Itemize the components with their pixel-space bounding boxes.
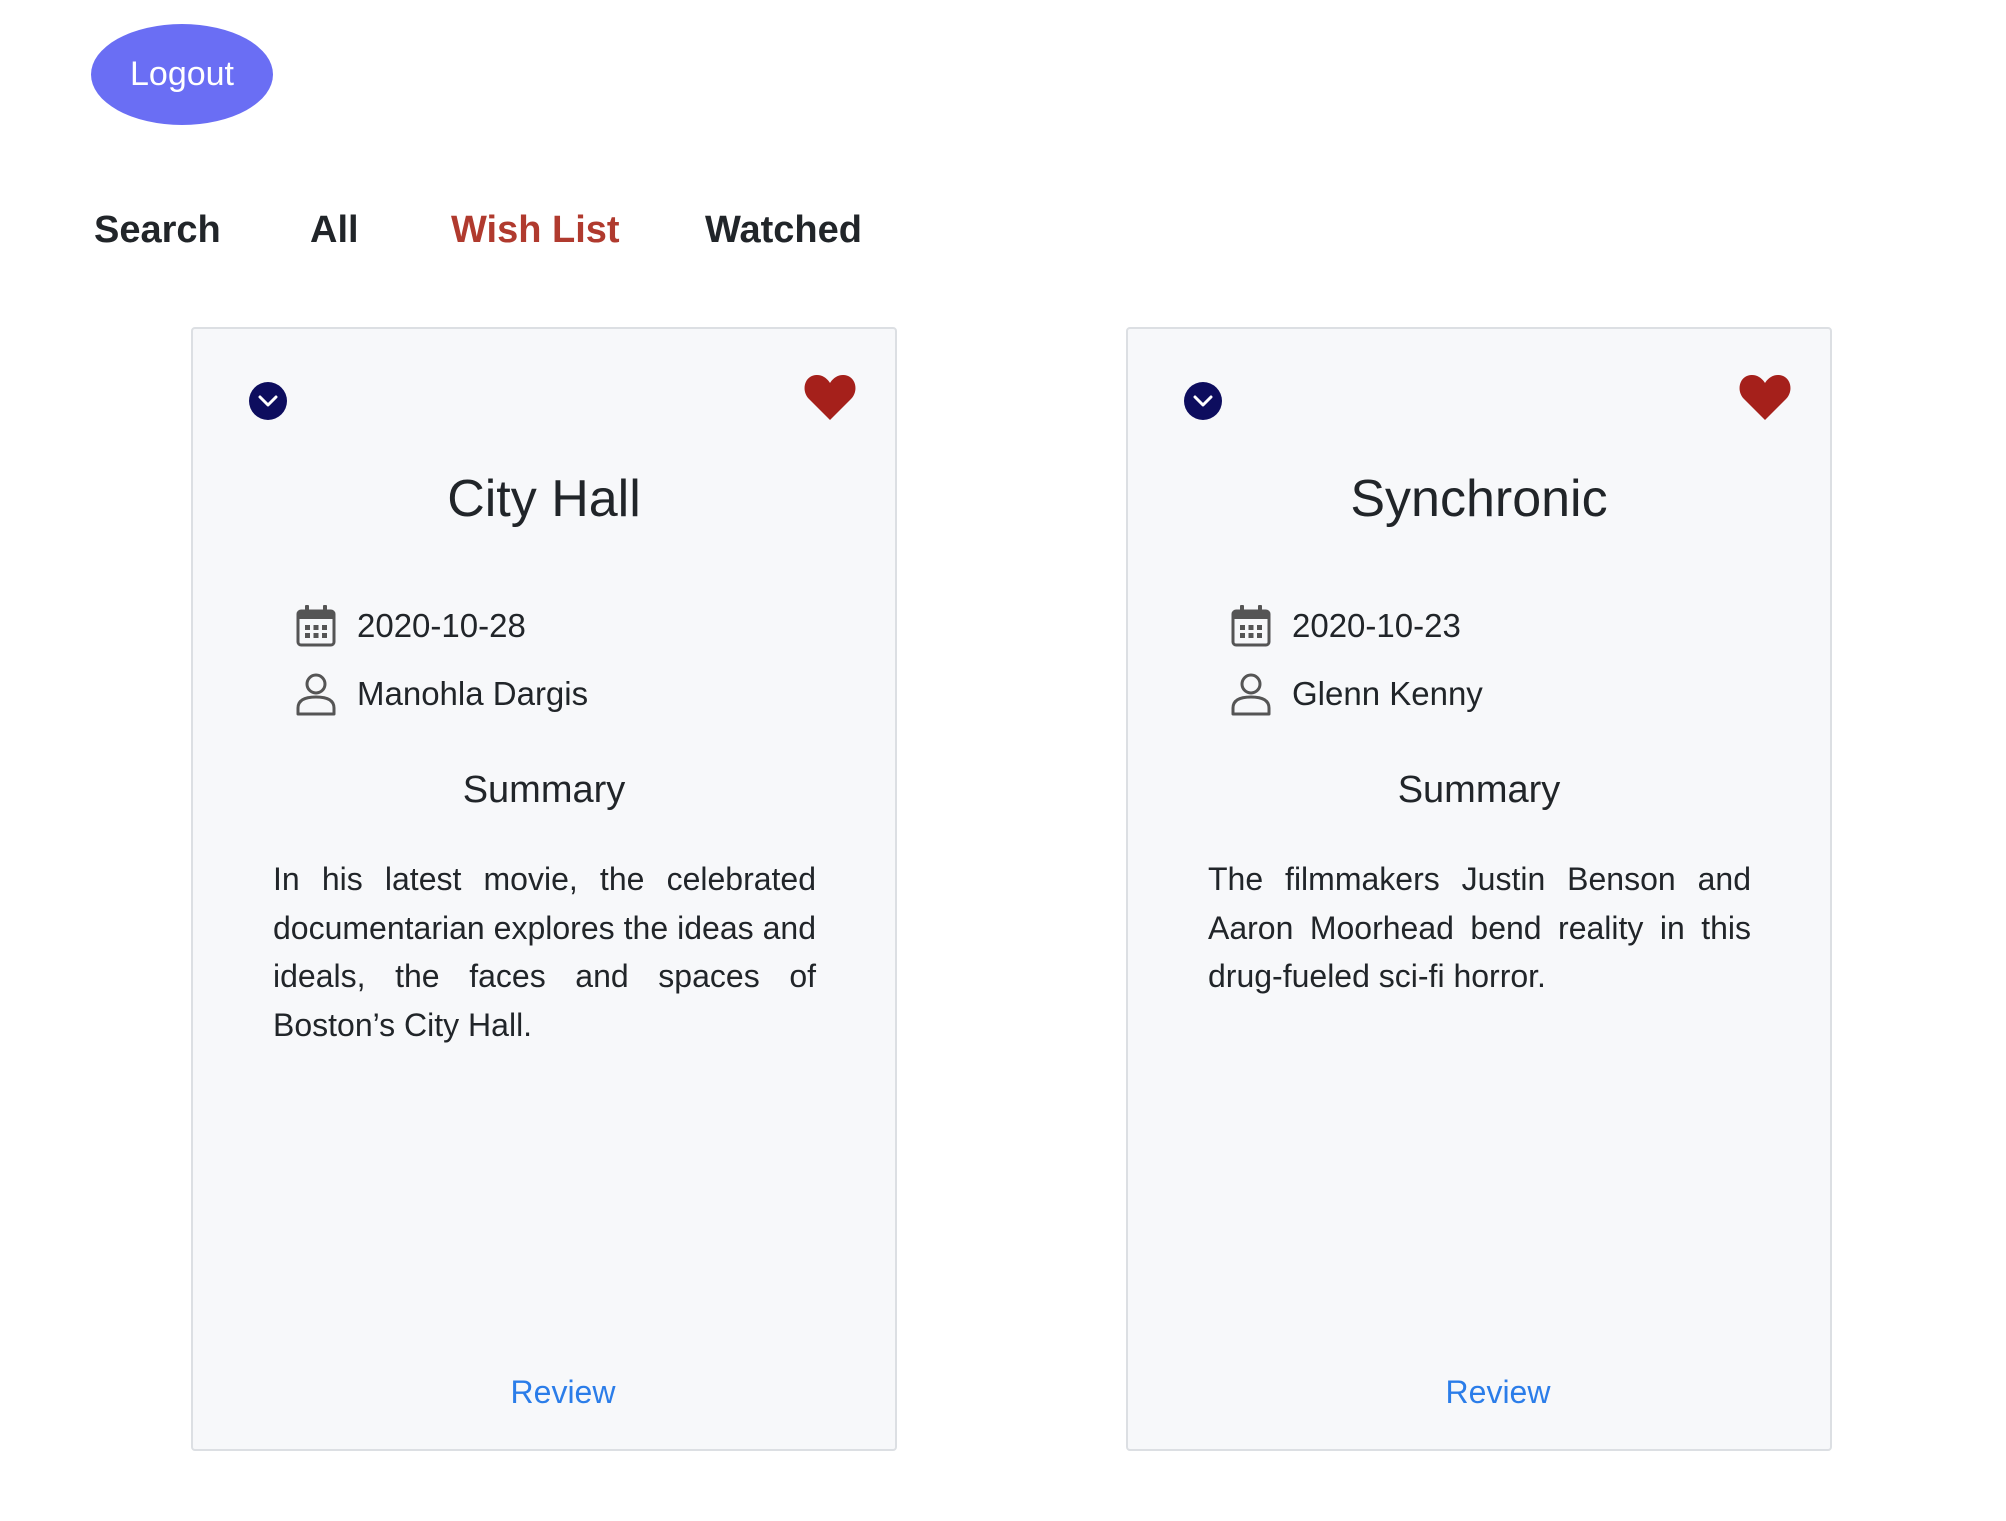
movie-card: City Hall 2020-10-28 Manohla Dargis Summ…: [191, 327, 897, 1451]
summary-text: The filmmakers Justin Benson and Aaron M…: [1208, 861, 1751, 994]
logout-button[interactable]: Logout: [91, 24, 273, 125]
date-row: 2020-10-23: [1230, 604, 1461, 648]
movie-title: City Hall: [447, 470, 641, 528]
tab-watched[interactable]: Watched: [705, 200, 862, 260]
release-date: 2020-10-23: [1292, 607, 1461, 644]
movie-card: Synchronic 2020-10-23 Glenn Kenny Summar…: [1126, 327, 1832, 1451]
critic-row: Glenn Kenny: [1230, 672, 1483, 716]
review-link-row: Review: [193, 1374, 895, 1411]
tab-search[interactable]: Search: [94, 200, 221, 260]
critic-row: Manohla Dargis: [295, 672, 588, 716]
tab-all[interactable]: All: [310, 200, 359, 260]
summary-heading: Summary: [462, 769, 626, 811]
summary-text: In his latest movie, the celebrated docu…: [273, 861, 816, 1043]
summary-heading: Summary: [1397, 769, 1561, 811]
heart-icon[interactable]: [1738, 372, 1792, 422]
main-nav: Search All Wish List Watched: [0, 200, 1000, 260]
critic-name: Glenn Kenny: [1292, 675, 1483, 712]
chevron-down-circle-icon[interactable]: [249, 382, 287, 420]
calendar-icon: [296, 605, 336, 647]
heart-icon[interactable]: [803, 372, 857, 422]
chevron-down-circle-icon[interactable]: [1184, 382, 1222, 420]
date-row: 2020-10-28: [295, 604, 526, 648]
app-root: Logout Search All Wish List Watched City…: [0, 0, 2006, 1521]
movie-title: Synchronic: [1350, 470, 1608, 528]
user-icon: [1231, 673, 1271, 716]
tab-wish-list[interactable]: Wish List: [451, 200, 620, 260]
critic-name: Manohla Dargis: [357, 675, 589, 712]
review-link[interactable]: Review: [1408, 1374, 1551, 1410]
release-date: 2020-10-28: [357, 607, 526, 644]
review-link[interactable]: Review: [473, 1374, 616, 1410]
user-icon: [296, 673, 336, 716]
calendar-icon: [1231, 605, 1271, 647]
review-link-row: Review: [1128, 1374, 1830, 1411]
